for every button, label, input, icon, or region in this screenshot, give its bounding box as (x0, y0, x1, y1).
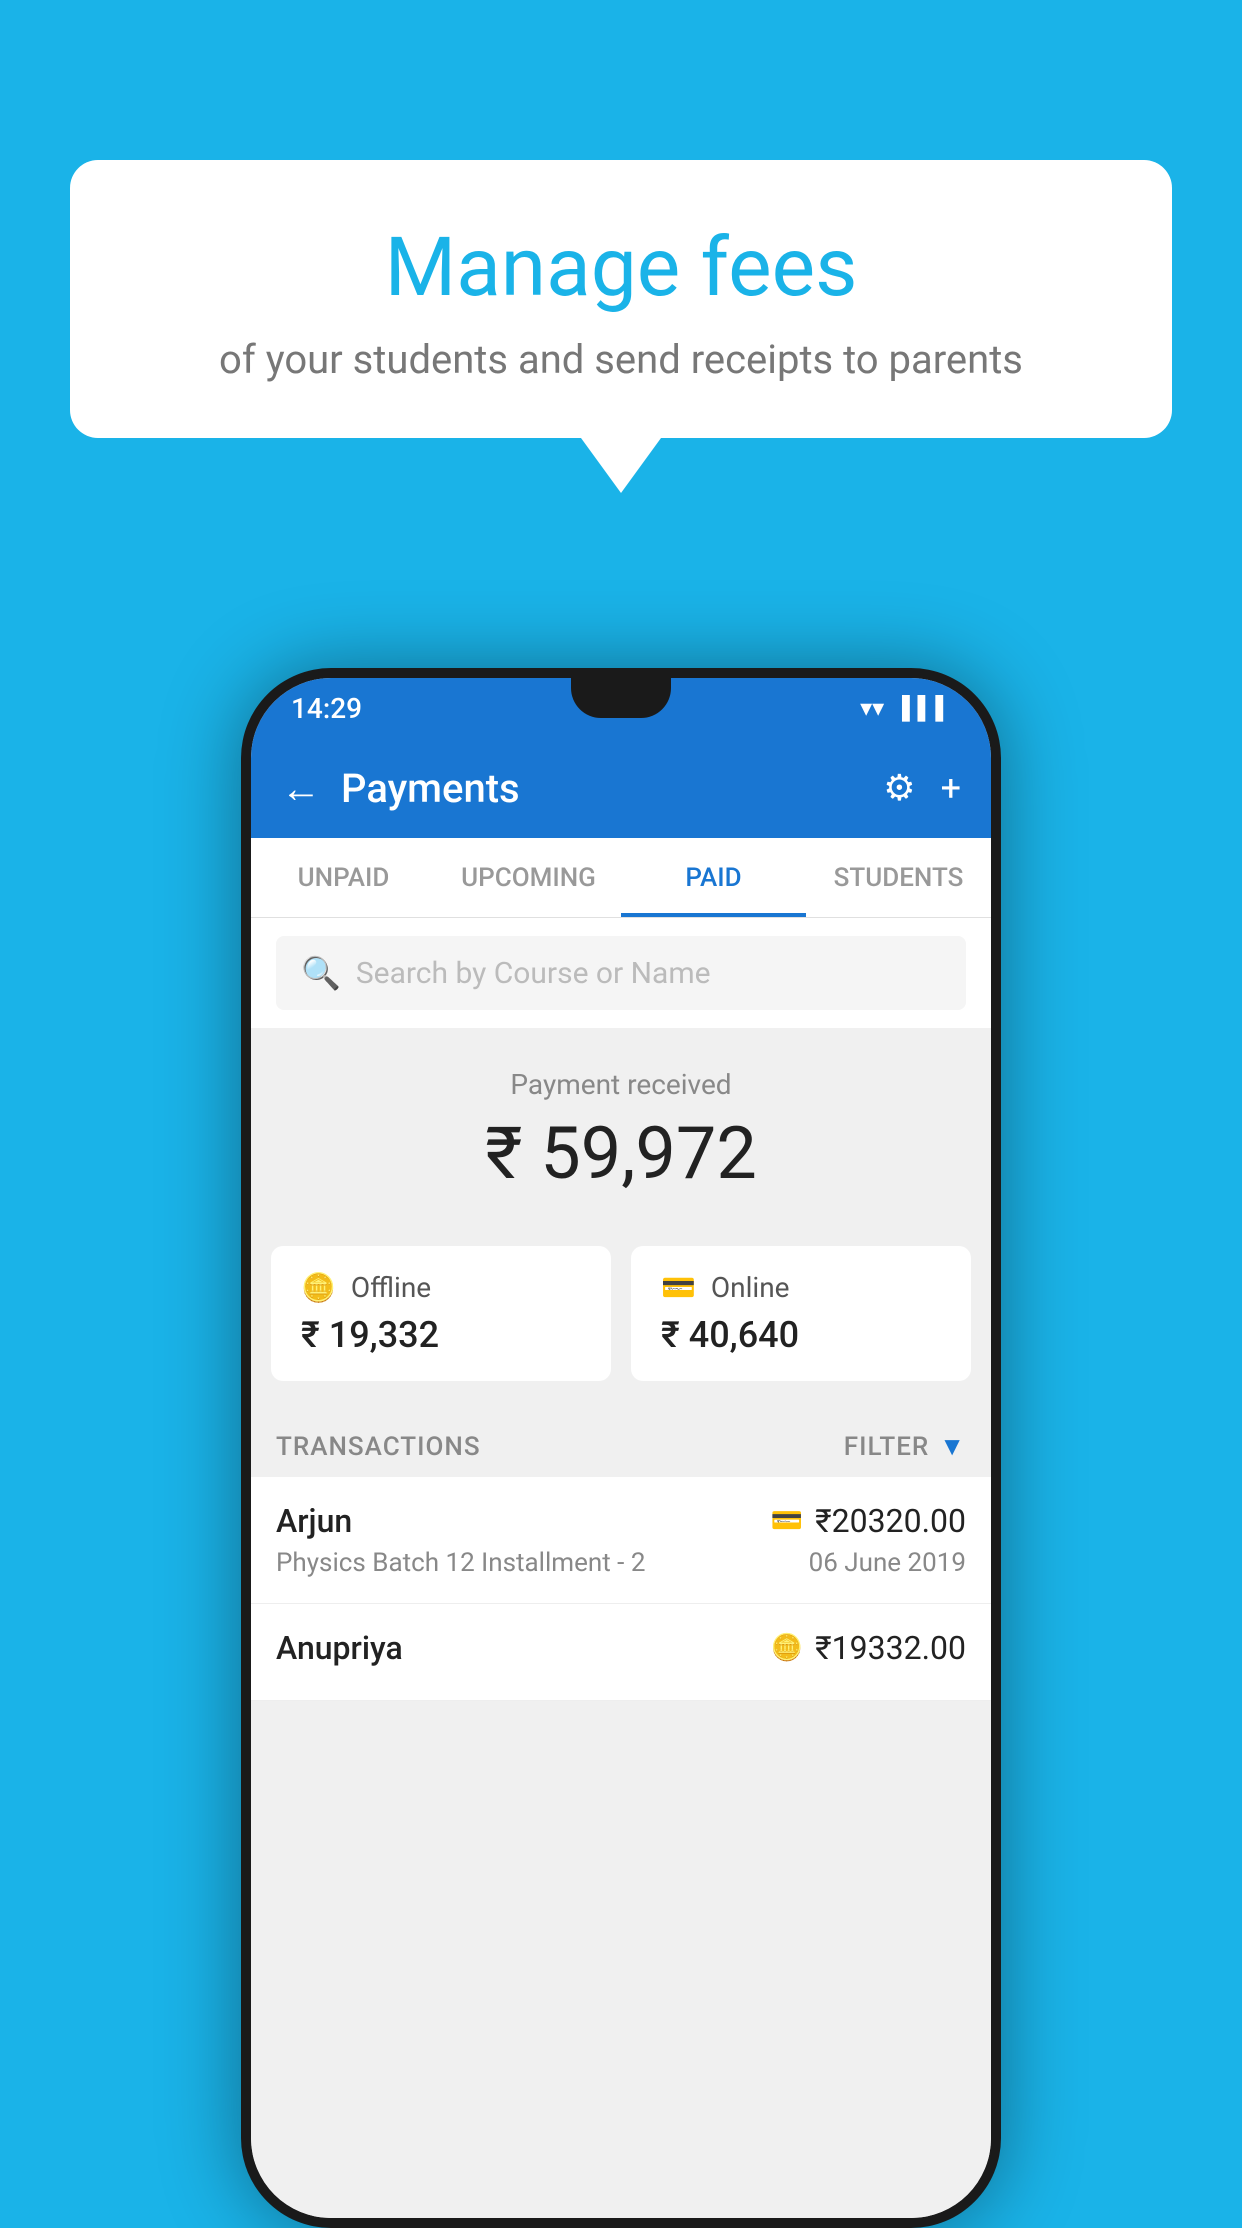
transaction-amount-wrap: 🪙 ₹19332.00 (771, 1629, 966, 1667)
phone-screen: 14:29 ▾▾ ▐▐ ▌ ← Payments ⚙ + UNPAID UPCO… (251, 678, 991, 2218)
speech-bubble-tail (581, 438, 661, 493)
transaction-offline-icon: 🪙 (771, 1633, 803, 1663)
speech-bubble-subtitle: of your students and send receipts to pa… (130, 336, 1112, 383)
status-time: 14:29 (291, 692, 362, 725)
search-icon: 🔍 (301, 954, 341, 992)
offline-icon: 🪙 (301, 1271, 336, 1304)
tab-unpaid[interactable]: UNPAID (251, 838, 436, 917)
offline-card-header: 🪙 Offline (301, 1271, 581, 1304)
transaction-item[interactable]: Arjun 💳 ₹20320.00 Physics Batch 12 Insta… (251, 1477, 991, 1604)
tab-students[interactable]: STUDENTS (806, 838, 991, 917)
search-container: 🔍 Search by Course or Name (251, 918, 991, 1028)
status-icons: ▾▾ ▐▐ ▌ (860, 694, 951, 722)
transaction-bottom: Physics Batch 12 Installment - 2 06 June… (276, 1548, 966, 1578)
signal-icon: ▐▐ (894, 695, 925, 721)
app-bar-actions: ⚙ + (883, 767, 961, 809)
phone-notch (571, 678, 671, 718)
search-placeholder: Search by Course or Name (356, 956, 711, 991)
online-label: Online (711, 1271, 790, 1304)
transaction-amount: ₹19332.00 (815, 1629, 966, 1667)
payment-cards: 🪙 Offline ₹ 19,332 💳 Online ₹ 40,640 (251, 1226, 991, 1411)
payment-received-amount: ₹ 59,972 (281, 1111, 961, 1196)
online-amount: ₹ 40,640 (661, 1314, 941, 1356)
add-button[interactable]: + (941, 767, 961, 809)
online-icon: 💳 (661, 1271, 696, 1304)
transaction-item[interactable]: Anupriya 🪙 ₹19332.00 (251, 1604, 991, 1701)
offline-label: Offline (351, 1271, 431, 1304)
filter-icon: ▼ (939, 1431, 966, 1462)
battery-icon: ▌ (935, 695, 951, 721)
speech-bubble: Manage fees of your students and send re… (70, 160, 1172, 438)
transaction-top: Anupriya 🪙 ₹19332.00 (276, 1629, 966, 1667)
transaction-name: Anupriya (276, 1629, 403, 1667)
app-bar: ← Payments ⚙ + (251, 738, 991, 838)
tab-paid[interactable]: PAID (621, 838, 806, 917)
transaction-amount-wrap: 💳 ₹20320.00 (771, 1502, 966, 1540)
speech-bubble-section: Manage fees of your students and send re… (70, 160, 1172, 493)
back-button[interactable]: ← (281, 765, 321, 812)
filter-label: FILTER (844, 1432, 929, 1462)
filter-button[interactable]: FILTER ▼ (844, 1431, 966, 1462)
tabs-bar: UNPAID UPCOMING PAID STUDENTS (251, 838, 991, 918)
settings-button[interactable]: ⚙ (883, 767, 915, 809)
payment-received-label: Payment received (281, 1068, 961, 1101)
app-bar-title: Payments (341, 765, 883, 812)
search-bar[interactable]: 🔍 Search by Course or Name (276, 936, 966, 1010)
transaction-online-icon: 💳 (771, 1506, 803, 1536)
transaction-top: Arjun 💳 ₹20320.00 (276, 1502, 966, 1540)
payment-received-section: Payment received ₹ 59,972 (251, 1028, 991, 1226)
transactions-label: TRANSACTIONS (276, 1432, 481, 1462)
transaction-date: 06 June 2019 (809, 1548, 966, 1578)
transaction-name: Arjun (276, 1502, 352, 1540)
online-card: 💳 Online ₹ 40,640 (631, 1246, 971, 1381)
offline-amount: ₹ 19,332 (301, 1314, 581, 1356)
speech-bubble-title: Manage fees (130, 220, 1112, 316)
tab-upcoming[interactable]: UPCOMING (436, 838, 621, 917)
transactions-header: TRANSACTIONS FILTER ▼ (251, 1411, 991, 1477)
online-card-header: 💳 Online (661, 1271, 941, 1304)
transaction-course: Physics Batch 12 Installment - 2 (276, 1548, 645, 1578)
offline-card: 🪙 Offline ₹ 19,332 (271, 1246, 611, 1381)
main-content: 🔍 Search by Course or Name Payment recei… (251, 918, 991, 2218)
transaction-amount: ₹20320.00 (815, 1502, 966, 1540)
phone-frame: 14:29 ▾▾ ▐▐ ▌ ← Payments ⚙ + UNPAID UPCO… (241, 668, 1001, 2228)
wifi-icon: ▾▾ (860, 694, 884, 722)
